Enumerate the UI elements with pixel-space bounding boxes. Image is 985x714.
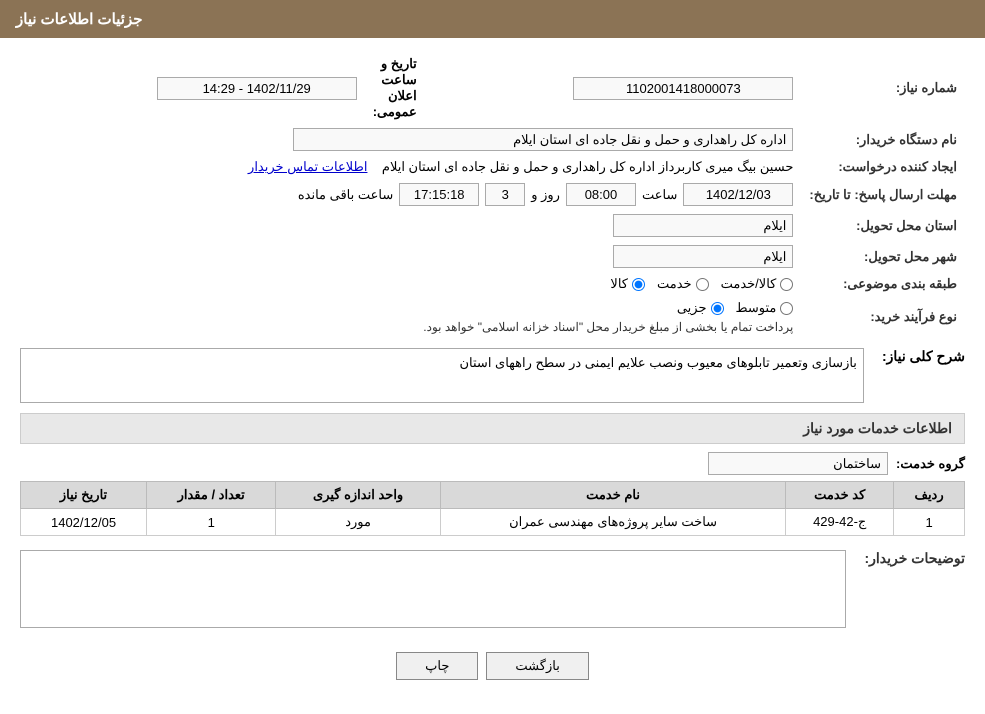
deadline-remaining-label: ساعت باقی مانده bbox=[298, 187, 393, 203]
radio-kala-khedmat-label: کالا/خدمت bbox=[721, 276, 777, 292]
info-row-category: طبقه بندی موضوعی: کالا/خدمت خدمت bbox=[20, 272, 965, 296]
category-option-kala-khedmat[interactable]: کالا/خدمت bbox=[721, 276, 794, 292]
col-qty: تعداد / مقدار bbox=[147, 482, 276, 509]
radio-kala-khedmat[interactable] bbox=[780, 278, 793, 291]
buyer-notes-textarea[interactable] bbox=[20, 550, 846, 628]
page-header: جزئیات اطلاعات نیاز bbox=[0, 0, 985, 38]
contact-link[interactable]: اطلاعات تماس خریدار bbox=[248, 159, 367, 174]
info-row-1: شماره نیاز: تاریخ و ساعت اعلان عمومی: bbox=[20, 52, 965, 124]
radio-motavasset[interactable] bbox=[780, 302, 793, 315]
announce-date-cell bbox=[20, 52, 365, 124]
page-wrapper: جزئیات اطلاعات نیاز شماره نیاز: تاریخ و … bbox=[0, 0, 985, 714]
category-option-kala[interactable]: کالا bbox=[610, 276, 645, 292]
city-label: شهر محل تحویل: bbox=[801, 241, 965, 272]
info-row-deadline: مهلت ارسال پاسخ: تا تاریخ: ساعت روز و سا… bbox=[20, 179, 965, 210]
province-label: استان محل تحویل: bbox=[801, 210, 965, 241]
category-cell: کالا/خدمت خدمت کالا bbox=[20, 272, 801, 296]
radio-kala[interactable] bbox=[632, 278, 645, 291]
cell-qty: 1 bbox=[147, 509, 276, 536]
radio-motavasset-label: متوسط bbox=[736, 300, 777, 316]
need-desc-row: شرح کلی نیاز: بازسازی وتعمیر تابلوهای مع… bbox=[20, 348, 965, 403]
need-number-value bbox=[425, 52, 802, 124]
col-row-num: ردیف bbox=[894, 482, 965, 509]
info-row-city: شهر محل تحویل: bbox=[20, 241, 965, 272]
need-desc-box: بازسازی وتعمیر تابلوهای معیوب ونصب علایم… bbox=[20, 348, 864, 403]
city-input[interactable] bbox=[613, 245, 793, 268]
service-group-input[interactable] bbox=[708, 452, 888, 475]
buyer-org-input[interactable] bbox=[293, 128, 793, 151]
need-number-label: شماره نیاز: bbox=[801, 52, 965, 124]
deadline-days-input[interactable] bbox=[485, 183, 525, 206]
cell-unit: مورد bbox=[276, 509, 441, 536]
deadline-days-label: روز و bbox=[531, 187, 560, 203]
city-cell bbox=[20, 241, 801, 272]
purchase-type-option-jozi[interactable]: جزیی bbox=[677, 300, 724, 316]
creator-label: ایجاد کننده درخواست: bbox=[801, 155, 965, 179]
cell-row-num: 1 bbox=[894, 509, 965, 536]
buyer-notes-label: توضیحات خریدار: bbox=[854, 550, 965, 567]
col-name: نام خدمت bbox=[440, 482, 785, 509]
info-row-creator: ایجاد کننده درخواست: حسین بیگ میری کاربر… bbox=[20, 155, 965, 179]
deadline-remaining-input[interactable] bbox=[399, 183, 479, 206]
services-table: ردیف کد خدمت نام خدمت واحد اندازه گیری ت… bbox=[20, 481, 965, 536]
col-unit: واحد اندازه گیری bbox=[276, 482, 441, 509]
info-table: شماره نیاز: تاریخ و ساعت اعلان عمومی: نا… bbox=[20, 52, 965, 338]
deadline-time-label: ساعت bbox=[642, 187, 677, 203]
province-cell bbox=[20, 210, 801, 241]
category-label: طبقه بندی موضوعی: bbox=[801, 272, 965, 296]
purchase-type-option-motavasset[interactable]: متوسط bbox=[736, 300, 794, 316]
radio-jozi-label: جزیی bbox=[677, 300, 707, 316]
purchase-type-note: پرداخت تمام یا بخشی از مبلغ خریدار محل "… bbox=[28, 320, 793, 334]
cell-date: 1402/12/05 bbox=[21, 509, 147, 536]
deadline-label: مهلت ارسال پاسخ: تا تاریخ: bbox=[801, 179, 965, 210]
radio-khedmat-label: خدمت bbox=[657, 276, 692, 292]
info-row-province: استان محل تحویل: bbox=[20, 210, 965, 241]
deadline-date-input[interactable] bbox=[683, 183, 793, 206]
creator-name: حسین بیگ میری کاربرداز اداره کل راهداری … bbox=[382, 159, 793, 174]
category-option-khedmat[interactable]: خدمت bbox=[657, 276, 709, 292]
back-button[interactable]: بازگشت bbox=[486, 652, 588, 680]
services-section-header: اطلاعات خدمات مورد نیاز bbox=[20, 413, 965, 444]
print-button[interactable]: چاپ bbox=[396, 652, 478, 680]
service-group-row: گروه خدمت: bbox=[20, 452, 965, 475]
buyer-notes-row: توضیحات خریدار: bbox=[20, 550, 965, 628]
purchase-type-label: نوع فرآیند خرید: bbox=[801, 296, 965, 338]
buyer-org-cell bbox=[20, 124, 801, 155]
need-desc-label: شرح کلی نیاز: bbox=[872, 348, 965, 365]
footer-buttons: بازگشت چاپ bbox=[20, 642, 965, 700]
col-code: کد خدمت bbox=[786, 482, 894, 509]
announce-date-input[interactable] bbox=[157, 77, 357, 100]
info-row-buyer-org: نام دستگاه خریدار: bbox=[20, 124, 965, 155]
services-table-header-row: ردیف کد خدمت نام خدمت واحد اندازه گیری ت… bbox=[21, 482, 965, 509]
radio-kala-label: کالا bbox=[610, 276, 628, 292]
province-input[interactable] bbox=[613, 214, 793, 237]
cell-name: ساخت سایر پروژه‌های مهندسی عمران bbox=[440, 509, 785, 536]
info-row-purchase-type: نوع فرآیند خرید: متوسط جزیی پرداخت تمام … bbox=[20, 296, 965, 338]
main-content: شماره نیاز: تاریخ و ساعت اعلان عمومی: نا… bbox=[0, 38, 985, 714]
table-row: 1 ج-42-429 ساخت سایر پروژه‌های مهندسی عم… bbox=[21, 509, 965, 536]
service-group-label: گروه خدمت: bbox=[896, 456, 965, 472]
radio-jozi[interactable] bbox=[711, 302, 724, 315]
page-title: جزئیات اطلاعات نیاز bbox=[16, 11, 143, 28]
need-number-input[interactable] bbox=[573, 77, 793, 100]
col-date: تاریخ نیاز bbox=[21, 482, 147, 509]
cell-code: ج-42-429 bbox=[786, 509, 894, 536]
creator-cell: حسین بیگ میری کاربرداز اداره کل راهداری … bbox=[20, 155, 801, 179]
deadline-cell: ساعت روز و ساعت باقی مانده bbox=[20, 179, 801, 210]
buyer-org-label: نام دستگاه خریدار: bbox=[801, 124, 965, 155]
radio-khedmat[interactable] bbox=[696, 278, 709, 291]
announce-label: تاریخ و ساعت اعلان عمومی: bbox=[365, 52, 425, 124]
deadline-time-input[interactable] bbox=[566, 183, 636, 206]
purchase-type-cell: متوسط جزیی پرداخت تمام یا بخشی از مبلغ خ… bbox=[20, 296, 801, 338]
